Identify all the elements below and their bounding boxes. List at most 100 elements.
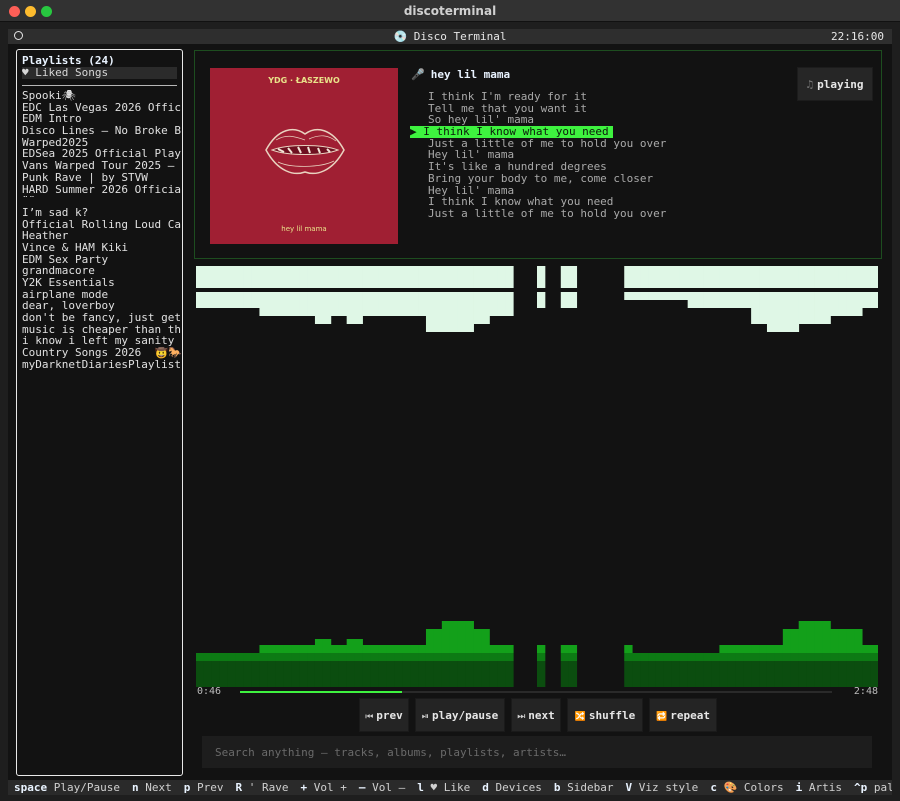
viz-bottom-bar	[196, 653, 205, 661]
sidebar-playlist-item[interactable]: Y2K Essentials	[22, 277, 182, 289]
viz-bottom-bar	[687, 653, 697, 661]
viz-bottom-bar	[751, 653, 760, 661]
viz-top-hang	[457, 292, 467, 332]
viz-bottom-bar	[798, 653, 808, 661]
playlist-sidebar[interactable]: Playlists (24) ♥ Liked Songs Spooki🕷 EDC …	[16, 49, 183, 776]
viz-bottom-bar	[814, 629, 823, 639]
viz-bottom-bar	[846, 653, 855, 661]
viz-bottom-bar	[425, 629, 435, 639]
viz-top-hang	[489, 292, 498, 316]
lyric-line: Just a little of me to hold you over	[428, 206, 667, 220]
viz-bottom-bar	[433, 661, 443, 687]
search-input[interactable]	[202, 736, 872, 768]
viz-top-hang	[505, 292, 514, 316]
viz-bottom-bar	[219, 653, 229, 661]
repeat-button[interactable]: 🔁 repeat	[649, 698, 717, 732]
viz-bottom-bar	[457, 629, 467, 639]
viz-top-bar	[782, 266, 792, 288]
sidebar-playlist-item[interactable]: I’m sad k?	[22, 207, 182, 219]
control-label: prev	[376, 709, 403, 722]
progress-bar[interactable]	[240, 691, 832, 693]
viz-bottom-bar	[291, 653, 300, 661]
viz-bottom-bar	[648, 661, 657, 687]
viz-bottom-bar	[378, 661, 387, 687]
viz-bottom-bar	[449, 629, 459, 639]
sidebar-playlist-item[interactable]: Heather	[22, 230, 182, 242]
viz-bottom-bar	[497, 653, 506, 661]
sidebar-playlist-item[interactable]: Spooki🕷	[22, 90, 182, 102]
keybinding-key: l	[417, 781, 431, 794]
sidebar-playlist-item[interactable]: Country Songs 2026 🤠🐎	[22, 347, 182, 359]
sidebar-playlist-item[interactable]: ¨¨	[22, 195, 182, 207]
shuffle-button[interactable]: 🔀 shuffle	[567, 698, 643, 732]
sidebar-playlist-item[interactable]: Vince & HAM Kiki	[22, 242, 182, 254]
sidebar-playlist-item[interactable]: EDM Intro	[22, 113, 182, 125]
viz-bottom-bar	[806, 639, 815, 645]
viz-top-hang	[370, 292, 379, 316]
prev-button[interactable]: ⏮ prev	[359, 698, 409, 732]
sidebar-playlist-item[interactable]: i know i left my sanity	[22, 335, 182, 347]
viz-bottom-bar	[314, 653, 324, 661]
viz-bottom-bar	[267, 653, 276, 661]
viz-top-hang	[433, 292, 443, 332]
viz-bottom-bar	[291, 645, 300, 653]
viz-bottom-bar	[410, 653, 419, 661]
viz-bottom-bar	[259, 645, 268, 653]
viz-bottom-bar	[624, 661, 633, 687]
viz-bottom-bar	[632, 653, 641, 661]
sidebar-playlist-item[interactable]: music is cheaper than th	[22, 324, 182, 336]
viz-bottom-bar	[449, 645, 459, 653]
app-title: 💿 Disco Terminal	[393, 30, 507, 43]
viz-bottom-bar	[473, 639, 482, 645]
viz-bottom-bar	[814, 639, 823, 645]
prev-icon: ⏮	[365, 712, 374, 722]
viz-bottom-bar	[679, 661, 689, 687]
keybinding-description: Play/Pause	[53, 781, 120, 794]
viz-top-bar	[806, 266, 815, 288]
viz-bottom-bar	[759, 661, 768, 687]
keybinding-description: Sidebar	[567, 781, 614, 794]
sidebar-playlist-item[interactable]: airplane mode	[22, 289, 182, 301]
viz-bottom-bar	[338, 661, 348, 687]
viz-bottom-bar	[275, 645, 284, 653]
viz-bottom-bar	[251, 661, 260, 687]
viz-top-bar	[798, 266, 808, 288]
app-header: 💿 Disco Terminal 22:16:00	[8, 29, 892, 44]
viz-bottom-bar	[695, 661, 704, 687]
viz-bottom-bar	[774, 645, 784, 653]
viz-bottom-bar	[497, 645, 506, 653]
liked-songs-item[interactable]: ♥ Liked Songs	[22, 67, 177, 79]
sidebar-playlist-item[interactable]: Official Rolling Loud Ca	[22, 219, 182, 231]
play-pause-button[interactable]: ⏯ play/pause	[415, 698, 505, 732]
viz-bottom-bar	[362, 661, 371, 687]
viz-bottom-bar	[497, 661, 506, 687]
viz-top-bar	[314, 266, 324, 288]
sidebar-playlist-item[interactable]: myDarknetDiariesPlaylist	[22, 359, 182, 371]
viz-bottom-bar	[782, 645, 792, 653]
viz-bottom-bar	[481, 661, 490, 687]
sidebar-playlist-item[interactable]: Warped2025	[22, 137, 182, 149]
viz-top-hang	[418, 292, 427, 316]
sidebar-playlist-item[interactable]: Vans Warped Tour 2025 –	[22, 160, 182, 172]
viz-top-bar	[465, 266, 474, 288]
viz-bottom-bar	[505, 661, 514, 687]
viz-bottom-bar	[663, 661, 673, 687]
playback-status-button[interactable]: ♫ playing	[797, 67, 873, 101]
viz-top-hang	[798, 292, 808, 324]
sidebar-playlist-item[interactable]: Disco Lines – No Broke B	[22, 125, 182, 137]
sidebar-playlist-item[interactable]: grandmacore	[22, 265, 182, 277]
sidebar-playlist-item[interactable]: HARD Summer 2026 Officia	[22, 184, 182, 196]
album-artist: YDG · ŁASZEWO	[268, 76, 340, 85]
sidebar-playlist-item[interactable]: EDC Las Vegas 2026 Offic	[22, 102, 182, 114]
sidebar-playlist-item[interactable]: EDSea 2025 Official Play	[22, 148, 182, 160]
sidebar-divider	[22, 85, 177, 86]
viz-top-hang	[203, 292, 213, 308]
next-button[interactable]: ⏭ next	[511, 698, 561, 732]
viz-bottom-bar	[759, 653, 768, 661]
viz-top-hang	[259, 292, 268, 316]
sidebar-playlist-item[interactable]: EDM Sex Party	[22, 254, 182, 266]
sidebar-playlist-item[interactable]: Punk Rave | by STVW	[22, 172, 182, 184]
viz-bottom-bar	[449, 653, 459, 661]
sidebar-playlist-item[interactable]: don't be fancy, just get	[22, 312, 182, 324]
sidebar-playlist-item[interactable]: dear, loverboy	[22, 300, 182, 312]
